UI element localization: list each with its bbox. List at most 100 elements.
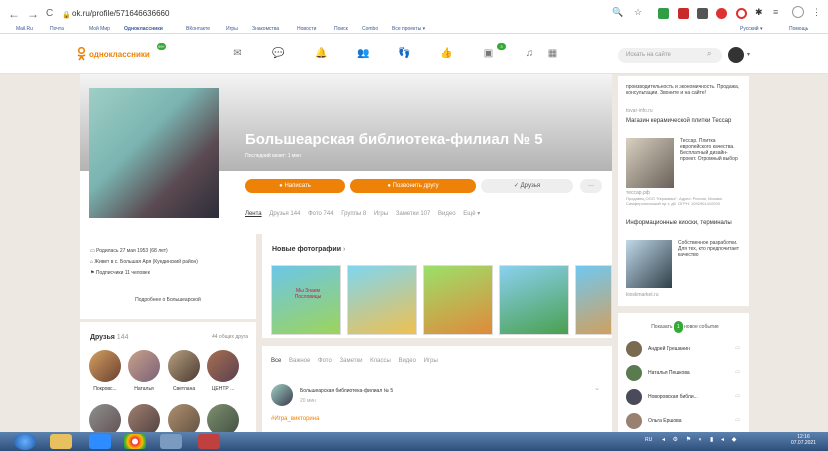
more-about-link[interactable]: Подробнее о Большеарской [86,294,250,306]
bookmark-link[interactable]: Поиск [334,24,348,34]
feed-tab-classes[interactable]: Классы [370,358,391,364]
ad-image[interactable] [626,240,672,288]
ad-text[interactable]: производительность и экономичность. Прод… [626,84,744,96]
extension-icon[interactable] [697,8,708,19]
friend-name[interactable]: Светлана [166,386,202,392]
apps-icon[interactable]: ▦ [546,48,559,60]
feed-tab-video[interactable]: Видео [398,358,416,364]
bookmark-link[interactable]: Новости [297,24,316,34]
search-icon[interactable]: ⌕ [707,49,711,59]
taskbar-clock[interactable]: 12:16 07.07.2021 [791,434,816,446]
feed-author-avatar[interactable] [271,384,293,406]
music-icon[interactable]: ♫ [523,48,536,60]
tab-games[interactable]: Игры [374,211,388,217]
photo-thumbnail[interactable] [575,265,612,335]
common-friends-link[interactable]: 44 общих друга [212,334,248,340]
event-row[interactable]: Андрей Грешанин ▭ [626,341,744,361]
notifications-icon[interactable]: 🔔 [315,48,328,60]
forward-button[interactable]: → [27,7,39,21]
friend-avatar[interactable] [207,350,239,382]
photo-thumbnail[interactable] [423,265,493,335]
more-options-button[interactable]: ··· [580,179,602,193]
feed-tab-all[interactable]: Все [271,358,281,364]
tab-more[interactable]: Ещё ▾ [463,211,480,217]
ad-site[interactable]: tovar-info.ru [626,108,653,114]
bookmark-link[interactable]: Mail.Ru [16,24,33,34]
friend-avatar[interactable] [128,350,160,382]
explorer-icon[interactable] [50,434,72,449]
tab-photos[interactable]: Фото 744 [308,211,333,217]
chevron-down-icon[interactable]: ⌄ [594,384,600,392]
extension-icon[interactable] [678,8,689,19]
ad-text[interactable]: Собственное разработки. Для тех, кто пре… [678,240,742,258]
start-button-icon[interactable] [14,433,36,450]
friends-status-button[interactable]: ✓ Друзья [481,179,573,193]
new-photos-title[interactable]: Новые фотографии › [272,246,345,253]
bookmark-link[interactable]: Combo [362,24,378,34]
user-avatar[interactable] [728,47,744,63]
zoom-icon[interactable]: 🔍 [612,7,623,18]
tab-feed[interactable]: Лента [245,211,262,217]
extension-icon[interactable] [716,8,727,19]
ad-site[interactable]: kioskmarket.ru [626,292,659,298]
friend-avatar[interactable] [89,350,121,382]
dismiss-icon[interactable]: ▭ [735,417,740,423]
friends-icon[interactable]: 👥 [357,48,370,60]
ad-title[interactable]: Информационные киоски, терминалы [626,220,744,226]
photo-thumbnail[interactable]: Мы Знаем Пословицы [271,265,341,335]
chrome-icon[interactable] [124,434,146,449]
app-icon[interactable] [160,434,182,449]
ad-image[interactable] [626,138,674,188]
app-icon[interactable] [198,434,220,449]
ad-text[interactable]: Тессар. Плитка европейского качества. Бе… [680,138,742,162]
event-row[interactable]: Наталья Пешкова ▭ [626,365,744,385]
bookmark-link[interactable]: Мой Мир [89,24,110,34]
extension-icon[interactable] [658,8,669,19]
dismiss-icon[interactable]: ▭ [735,345,740,351]
url-field[interactable]: ok.ru/profile/571646636660 [72,6,602,22]
language-indicator[interactable]: RU [645,437,652,443]
guests-icon[interactable]: 👣 [398,48,411,60]
ok-logo-icon[interactable] [77,47,86,61]
tab-notes[interactable]: Заметки 107 [396,211,431,217]
friend-name[interactable]: ЦЕНТР ... [205,386,241,392]
help-link[interactable]: Помощь [789,24,808,34]
feed-tab-photo[interactable]: Фото [318,358,332,364]
video-icon[interactable]: ▣ [482,48,495,60]
feed-tab-games[interactable]: Игры [424,358,438,364]
likes-icon[interactable]: 👍 [440,48,453,60]
reading-list-icon[interactable]: ≡ [773,7,778,17]
profile-icon[interactable] [792,6,804,18]
feed-tab-notes[interactable]: Заметки [340,358,363,364]
write-message-button[interactable]: ● Написать [245,179,345,193]
bookmark-link[interactable]: Знакомства [252,24,279,34]
tray-icons[interactable]: ◂ ⚙ ⚑ ◐ ▮ ◂ ◆ [662,436,739,443]
bookmark-link[interactable]: Игры [226,24,238,34]
profile-photo[interactable] [89,88,219,218]
chevron-down-icon[interactable]: ▾ [747,51,750,58]
bookmark-link[interactable]: ВКонтакте [186,24,210,34]
photo-thumbnail[interactable] [499,265,569,335]
friend-name[interactable]: Покровс... [87,386,123,392]
feed-hashtag[interactable]: #Игра_викторина [271,416,319,422]
ad-title[interactable]: Магазин керамической плитки Тессар [626,118,744,124]
discussions-icon[interactable]: 💬 [272,48,285,60]
friend-name[interactable]: Наталья [126,386,162,392]
language-link[interactable]: Русский ▾ [740,24,762,34]
menu-icon[interactable]: ⋮ [812,7,821,18]
show-events-button[interactable]: Показать 1 новое событие [626,321,744,333]
puzzle-icon[interactable]: ✱ [755,7,763,18]
friend-avatar[interactable] [168,350,200,382]
photo-thumbnail[interactable] [347,265,417,335]
subscribers-line[interactable]: ⚑ Подписчики 11 человек [90,270,246,276]
zoom-app-icon[interactable] [89,434,111,449]
feed-tab-important[interactable]: Важное [289,358,310,364]
back-button[interactable]: ← [8,7,20,21]
feed-author-name[interactable]: Большеарская библиотека-филиал № 5 [300,388,393,394]
tab-groups[interactable]: Группы 8 [341,211,366,217]
bookmark-link[interactable]: Одноклассники [124,24,163,34]
tab-video[interactable]: Видео [438,211,456,217]
bookmark-link[interactable]: Почта [50,24,64,34]
dismiss-icon[interactable]: ▭ [735,393,740,399]
event-row[interactable]: Новоровская библи... ▭ [626,389,744,409]
